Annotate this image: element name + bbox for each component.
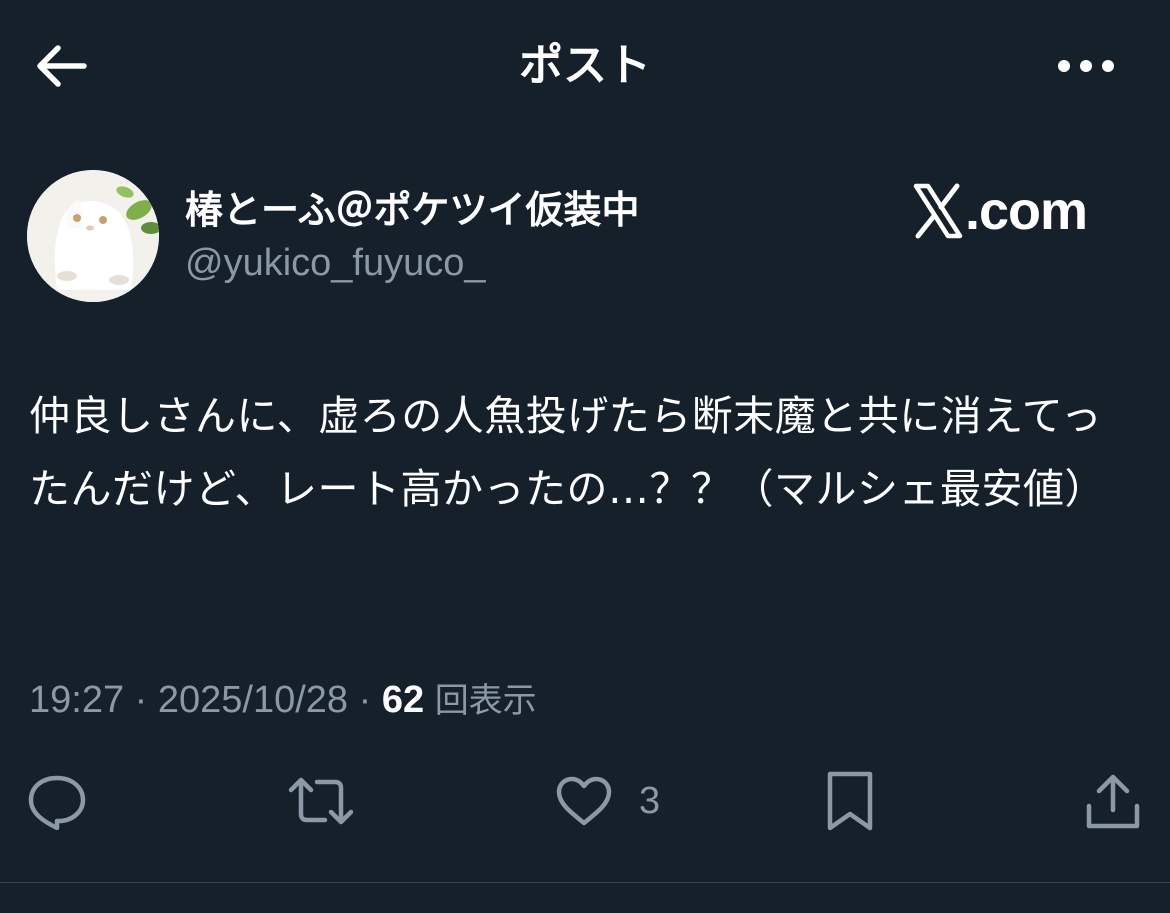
x-logo-icon [913, 183, 963, 239]
views-count: 62 [381, 679, 425, 721]
page-title: ポスト [519, 40, 651, 91]
back-button[interactable] [24, 36, 96, 96]
author-display-name[interactable]: 椿とーふ＠ポケツイ仮装中 [185, 182, 639, 238]
reply-button[interactable] [27, 768, 87, 834]
post-text: 仲良しさんに、虚ろの人魚投げたら断末魔と共に消えてったんだけど、レート高かったの… [29, 392, 1106, 513]
meta-separator: · [124, 679, 158, 721]
avatar-image [27, 170, 159, 302]
avatar[interactable] [27, 170, 159, 302]
top-bar: ポスト [0, 0, 1170, 135]
x-com-domain-text: .com [965, 181, 1088, 241]
bottom-divider [0, 882, 1170, 883]
reply-icon [28, 775, 86, 830]
ellipsis-icon [1058, 60, 1114, 72]
x-com-watermark: .com [913, 180, 1088, 242]
share-button[interactable] [1085, 768, 1141, 834]
author-handle[interactable]: @yukico_fuyuco_ [185, 237, 486, 289]
bookmark-icon [827, 771, 873, 831]
meta-separator: · [348, 679, 382, 721]
post-metadata: 19:27 · 2025/10/28 · 62 回表示 [29, 672, 537, 729]
share-icon [1086, 774, 1140, 829]
like-count: 3 [639, 779, 661, 822]
arrow-left-icon [37, 45, 87, 87]
views-label: 回表示 [434, 681, 537, 721]
bookmark-button[interactable] [826, 768, 874, 834]
post-date[interactable]: 2025/10/28 [158, 679, 348, 721]
more-options-button[interactable] [1046, 36, 1126, 96]
post-time[interactable]: 19:27 [29, 679, 124, 721]
heart-icon [556, 776, 612, 826]
like-button[interactable]: 3 [555, 768, 660, 834]
repost-icon [288, 777, 354, 825]
repost-button[interactable] [287, 768, 355, 834]
